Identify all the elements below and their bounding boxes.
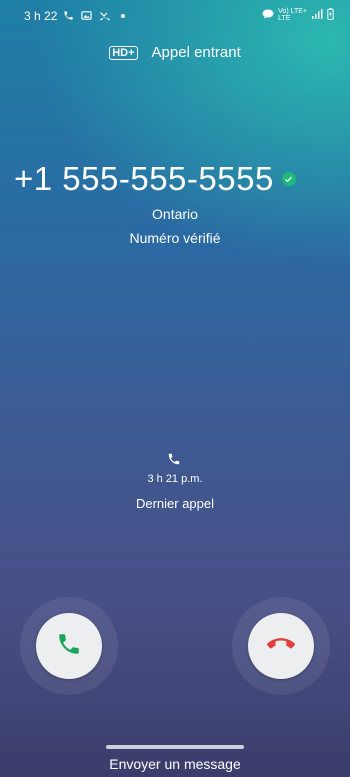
hang-up-icon [267, 630, 295, 663]
call-header: HD+ Appel entrant [0, 44, 350, 61]
caller-number-row: +1 555-555-5555 [14, 160, 296, 198]
last-call-time: 3 h 21 p.m. [147, 473, 203, 485]
decline-call-area[interactable] [232, 597, 330, 695]
accept-call-area[interactable] [20, 597, 118, 695]
battery-icon [327, 8, 334, 22]
caller-verified-status: Numéro vérifié [129, 230, 221, 246]
status-bar-right: Vo) LTE+ LTE [262, 8, 334, 22]
verified-check-icon [281, 172, 296, 186]
accept-phone-icon [56, 631, 82, 662]
chat-icon [262, 9, 274, 21]
decline-call-button[interactable] [248, 613, 314, 679]
hd-voice-badge: HD+ [109, 45, 138, 60]
accept-call-button[interactable] [36, 613, 102, 679]
call-status-title: Appel entrant [151, 44, 241, 61]
dot-icon [121, 14, 126, 18]
status-bar-left: 3 h 22 [24, 9, 126, 23]
caller-number: +1 555-555-5555 [14, 160, 274, 197]
swipe-handle[interactable] [106, 745, 244, 749]
image-icon [81, 10, 93, 22]
last-call-phone-icon [167, 452, 183, 468]
status-time: 3 h 22 [24, 9, 58, 23]
missed-call-icon [99, 10, 111, 22]
signal-icon [311, 9, 323, 21]
send-message-button[interactable]: Envoyer un message [0, 756, 350, 772]
network-label: Vo) LTE+ LTE [278, 8, 307, 22]
last-call-label: Dernier appel [135, 496, 215, 511]
phone-icon [63, 10, 75, 22]
caller-location: Ontario [152, 206, 198, 222]
